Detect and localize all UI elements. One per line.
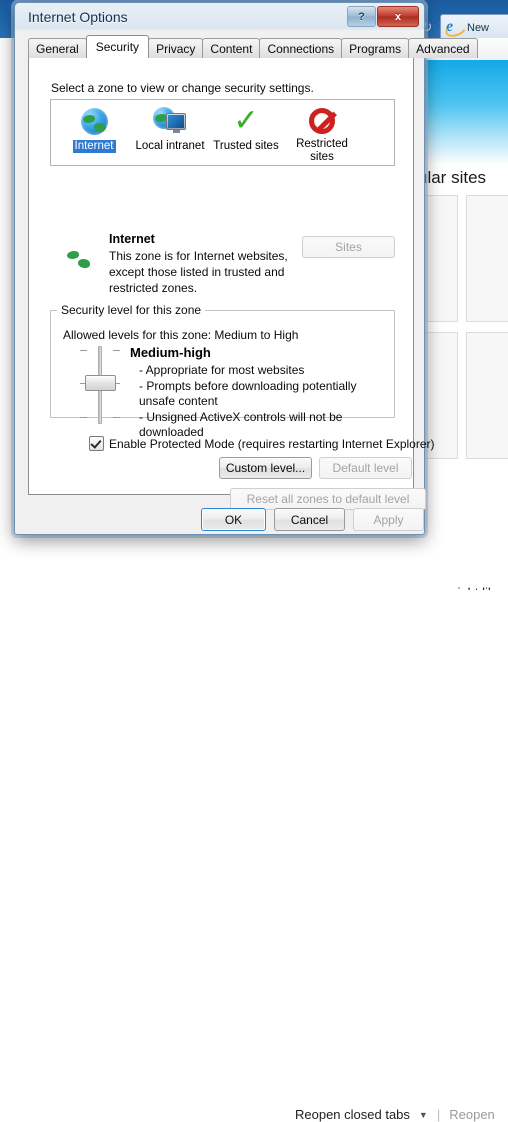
slider-tick bbox=[78, 350, 122, 351]
protected-mode-checkbox[interactable] bbox=[89, 436, 104, 451]
sites-button[interactable]: Sites bbox=[302, 236, 395, 258]
tab-general[interactable]: General bbox=[28, 38, 87, 58]
page-subtext: s you might lik bbox=[420, 585, 508, 590]
browser-tab[interactable]: e New bbox=[440, 14, 508, 41]
zone-item-restricted-sites[interactable]: Restricted sites bbox=[283, 104, 361, 164]
page-heading: ular sites bbox=[420, 168, 487, 187]
browser-tab-label: New bbox=[467, 22, 490, 34]
internet-explorer-logo-icon: e bbox=[443, 18, 469, 40]
globe-monitor-icon bbox=[131, 104, 209, 138]
zone-prompt-label: Select a zone to view or change security… bbox=[51, 81, 314, 95]
security-level-name: Medium-high bbox=[130, 345, 211, 360]
zone-label: Trusted sites bbox=[213, 140, 279, 152]
security-tab-panel: Select a zone to view or change security… bbox=[28, 57, 435, 510]
reopen-closed-tabs-link[interactable]: Reopen closed tabs bbox=[295, 1107, 410, 1122]
ok-button[interactable]: OK bbox=[201, 508, 266, 531]
dialog-title-bar[interactable]: Internet Options ? x bbox=[15, 3, 424, 33]
level-bullet: - Prompts before downloading potentially… bbox=[139, 378, 357, 409]
custom-level-button[interactable]: Custom level... bbox=[219, 457, 312, 479]
tab-bar: General Security Privacy Content Connect… bbox=[28, 35, 478, 58]
page-tile[interactable] bbox=[466, 195, 508, 322]
zone-label: Restricted sites bbox=[296, 138, 348, 163]
green-checkmark-icon: ✓ bbox=[233, 104, 259, 137]
zone-label: Local intranet bbox=[135, 140, 205, 152]
page-tile[interactable] bbox=[422, 195, 458, 322]
tab-programs[interactable]: Programs bbox=[341, 38, 410, 58]
protected-mode-label: Enable Protected Mode (requires restarti… bbox=[109, 436, 435, 451]
zone-item-internet[interactable]: Internet bbox=[55, 104, 133, 153]
tab-advanced[interactable]: Advanced bbox=[408, 38, 478, 58]
globe-icon bbox=[55, 104, 133, 138]
help-button[interactable]: ? bbox=[347, 6, 376, 27]
security-level-slider[interactable] bbox=[78, 346, 122, 424]
tab-connections[interactable]: Connections bbox=[259, 38, 343, 58]
reopen-last-session-link[interactable]: Reopen bbox=[449, 1107, 495, 1122]
zone-item-local-intranet[interactable]: Local intranet bbox=[131, 104, 209, 153]
internet-options-dialog: Internet Options ? x General Security Pr… bbox=[14, 2, 478, 535]
tab-privacy[interactable]: Privacy bbox=[148, 38, 204, 58]
cancel-button[interactable]: Cancel bbox=[274, 508, 345, 531]
chevron-down-icon[interactable]: ▼ bbox=[419, 1110, 428, 1120]
window-button-group: ? x bbox=[347, 6, 419, 27]
red-no-entry-icon bbox=[283, 104, 361, 138]
level-bullet: - Appropriate for most websites bbox=[139, 363, 305, 377]
page-tile[interactable] bbox=[466, 332, 508, 459]
dialog-title: Internet Options bbox=[28, 9, 128, 25]
reset-all-zones-button[interactable]: Reset all zones to default level bbox=[230, 488, 426, 510]
allowed-levels-label: Allowed levels for this zone: Medium to … bbox=[63, 328, 299, 342]
protected-mode-row[interactable]: Enable Protected Mode (requires restarti… bbox=[89, 436, 435, 451]
browser-page-content: ular sites s you might lik bbox=[420, 60, 508, 590]
zone-detail-description: This zone is for Internet websites, exce… bbox=[109, 249, 288, 295]
tab-content[interactable]: Content bbox=[202, 38, 261, 58]
security-level-bullets: - Appropriate for most websites - Prompt… bbox=[139, 363, 389, 441]
tab-security[interactable]: Security bbox=[85, 35, 150, 58]
zone-label: Internet bbox=[72, 140, 116, 153]
slider-thumb[interactable] bbox=[85, 375, 116, 391]
page-hero-banner bbox=[420, 60, 508, 165]
security-level-legend: Security level for this zone bbox=[57, 303, 206, 317]
zone-item-trusted-sites[interactable]: ✓ Trusted sites bbox=[207, 104, 285, 153]
page-footer: Reopen closed tabs ▼ | Reopen bbox=[295, 552, 508, 1122]
close-button[interactable]: x bbox=[377, 6, 419, 27]
default-level-button[interactable]: Default level bbox=[319, 457, 412, 479]
zone-detail-name: Internet bbox=[109, 232, 155, 246]
footer-separator: | bbox=[436, 1107, 441, 1122]
apply-button[interactable]: Apply bbox=[353, 508, 424, 531]
zone-list[interactable]: Internet Local intranet ✓ Trusted sites … bbox=[50, 99, 395, 166]
slider-tick bbox=[78, 417, 122, 418]
